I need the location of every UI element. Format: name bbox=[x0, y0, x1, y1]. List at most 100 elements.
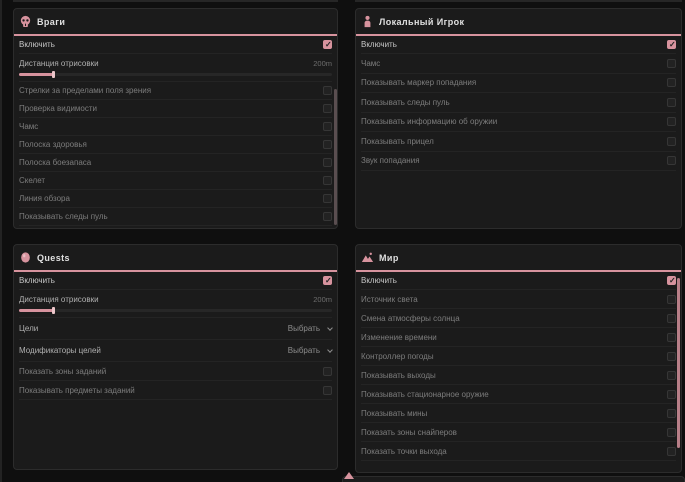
checkbox[interactable] bbox=[323, 104, 332, 113]
checkbox[interactable] bbox=[667, 137, 676, 146]
setting-label: Изменение времени bbox=[361, 333, 437, 342]
row-line-of-sight[interactable]: Линия обзора bbox=[19, 190, 332, 208]
skull-icon bbox=[19, 15, 32, 28]
row-exits[interactable]: Показывать выходы bbox=[361, 366, 676, 385]
row-quest-zones[interactable]: Показать зоны заданий bbox=[19, 362, 332, 381]
row-health-bar[interactable]: Полоска здоровья bbox=[19, 136, 332, 154]
setting-label: Показывать следы пуль bbox=[19, 212, 108, 221]
checkbox[interactable] bbox=[667, 78, 676, 87]
panel-quests-header: Quests bbox=[14, 245, 337, 272]
row-bullet-trails[interactable]: Показывать следы пуль bbox=[361, 93, 676, 113]
row-chams[interactable]: Чамс bbox=[361, 54, 676, 74]
row-hit-marker[interactable]: Показывать маркер попадания bbox=[361, 74, 676, 94]
setting-label: Показать зоны заданий bbox=[19, 367, 106, 376]
checkbox[interactable] bbox=[667, 390, 676, 399]
row-skeleton[interactable]: Скелет bbox=[19, 172, 332, 190]
row-weapon-info[interactable]: Показывать информацию об оружии bbox=[361, 113, 676, 133]
row-enable[interactable]: Включить bbox=[19, 36, 332, 54]
checkbox[interactable] bbox=[323, 140, 332, 149]
slider-handle[interactable] bbox=[52, 307, 55, 314]
checkbox[interactable] bbox=[323, 40, 332, 49]
checkbox[interactable] bbox=[323, 212, 332, 221]
setting-label: Показывать следы пуль bbox=[361, 98, 450, 107]
distance-slider[interactable] bbox=[19, 309, 332, 312]
setting-label: Включить bbox=[361, 276, 397, 285]
checkbox[interactable] bbox=[667, 352, 676, 361]
row-enable[interactable]: Включить bbox=[361, 36, 676, 54]
setting-label: Источник света bbox=[361, 295, 418, 304]
row-hit-sound[interactable]: Звук попадания bbox=[361, 152, 676, 172]
panel-world-header: Мир bbox=[356, 245, 681, 272]
offscreen-panel-edge-top-left bbox=[13, 0, 338, 2]
offscreen-panel-edge-left bbox=[0, 0, 2, 482]
panel-local-player-header: Локальный Игрок bbox=[356, 9, 681, 36]
setting-label: Показать зоны снайперов bbox=[361, 428, 457, 437]
objectives-select[interactable]: Выбрать bbox=[288, 324, 332, 333]
checkbox[interactable] bbox=[323, 386, 332, 395]
checkbox[interactable] bbox=[667, 59, 676, 68]
row-objective-modifiers: Модификаторы целей Выбрать bbox=[19, 340, 332, 362]
checkbox[interactable] bbox=[323, 276, 332, 285]
checkbox[interactable] bbox=[323, 122, 332, 131]
mountain-icon bbox=[361, 251, 374, 264]
checkbox[interactable] bbox=[667, 333, 676, 342]
setting-label: Полоска боезапаса bbox=[19, 158, 91, 167]
checkbox[interactable] bbox=[667, 276, 676, 285]
row-enable[interactable]: Включить bbox=[19, 272, 332, 290]
row-render-distance: Дистанция отрисовки 200m bbox=[19, 54, 332, 82]
row-stationary-weapons[interactable]: Показывать стационарное оружие bbox=[361, 385, 676, 404]
checkbox[interactable] bbox=[667, 40, 676, 49]
slider-value: 200m bbox=[313, 295, 332, 304]
setting-label: Показывать стационарное оружие bbox=[361, 390, 489, 399]
checkbox[interactable] bbox=[323, 176, 332, 185]
checkbox[interactable] bbox=[667, 428, 676, 437]
checkbox[interactable] bbox=[323, 158, 332, 167]
row-sniper-zones[interactable]: Показать зоны снайперов bbox=[361, 423, 676, 442]
checkbox[interactable] bbox=[667, 156, 676, 165]
row-exit-points[interactable]: Показать точки выхода bbox=[361, 442, 676, 461]
setting-label: Цели bbox=[19, 324, 38, 333]
slider-handle[interactable] bbox=[52, 71, 55, 78]
row-sun-atmosphere[interactable]: Смена атмосферы солнца bbox=[361, 309, 676, 328]
distance-slider[interactable] bbox=[19, 73, 332, 76]
row-crosshair[interactable]: Показывать прицел bbox=[361, 132, 676, 152]
checkbox[interactable] bbox=[667, 117, 676, 126]
setting-label: Показывать мины bbox=[361, 409, 427, 418]
checkbox[interactable] bbox=[667, 447, 676, 456]
setting-label: Показывать прицел bbox=[361, 137, 434, 146]
checkbox[interactable] bbox=[323, 194, 332, 203]
row-bullet-trails[interactable]: Показывать следы пуль bbox=[19, 208, 332, 226]
row-offscreen-arrows[interactable]: Стрелки за пределами поля зрения bbox=[19, 82, 332, 100]
row-weather-controller[interactable]: Контроллер погоды bbox=[361, 347, 676, 366]
panel-title: Мир bbox=[379, 253, 399, 263]
scrollbar[interactable] bbox=[677, 278, 680, 448]
panel-title: Враги bbox=[37, 17, 65, 27]
objective-modifiers-select[interactable]: Выбрать bbox=[288, 346, 332, 355]
panel-title: Локальный Игрок bbox=[379, 17, 464, 27]
setting-label: Проверка видимости bbox=[19, 104, 97, 113]
checkbox[interactable] bbox=[667, 314, 676, 323]
checkbox[interactable] bbox=[667, 371, 676, 380]
setting-label: Модификаторы целей bbox=[19, 346, 101, 355]
row-ammo-bar[interactable]: Полоска боезапаса bbox=[19, 154, 332, 172]
panel-title: Quests bbox=[37, 253, 70, 263]
row-light-source[interactable]: Источник света bbox=[361, 290, 676, 309]
row-enable[interactable]: Включить bbox=[361, 272, 676, 290]
setting-label: Показать точки выхода bbox=[361, 447, 447, 456]
checkbox[interactable] bbox=[667, 409, 676, 418]
row-mines[interactable]: Показывать мины bbox=[361, 404, 676, 423]
row-chams[interactable]: Чамс bbox=[19, 118, 332, 136]
setting-label: Дистанция отрисовки bbox=[19, 59, 99, 68]
checkbox[interactable] bbox=[323, 86, 332, 95]
row-visibility-check[interactable]: Проверка видимости bbox=[19, 100, 332, 118]
setting-label: Включить bbox=[19, 276, 55, 285]
chevron-down-icon bbox=[327, 347, 333, 353]
row-quest-items[interactable]: Показывать предметы заданий bbox=[19, 381, 332, 400]
checkbox[interactable] bbox=[667, 98, 676, 107]
scrollbar[interactable] bbox=[334, 89, 337, 225]
row-time-change[interactable]: Изменение времени bbox=[361, 328, 676, 347]
checkbox[interactable] bbox=[667, 295, 676, 304]
row-objectives: Цели Выбрать bbox=[19, 318, 332, 340]
panel-world: Мир Включить Источник света Смена атмосф… bbox=[355, 244, 682, 473]
checkbox[interactable] bbox=[323, 367, 332, 376]
